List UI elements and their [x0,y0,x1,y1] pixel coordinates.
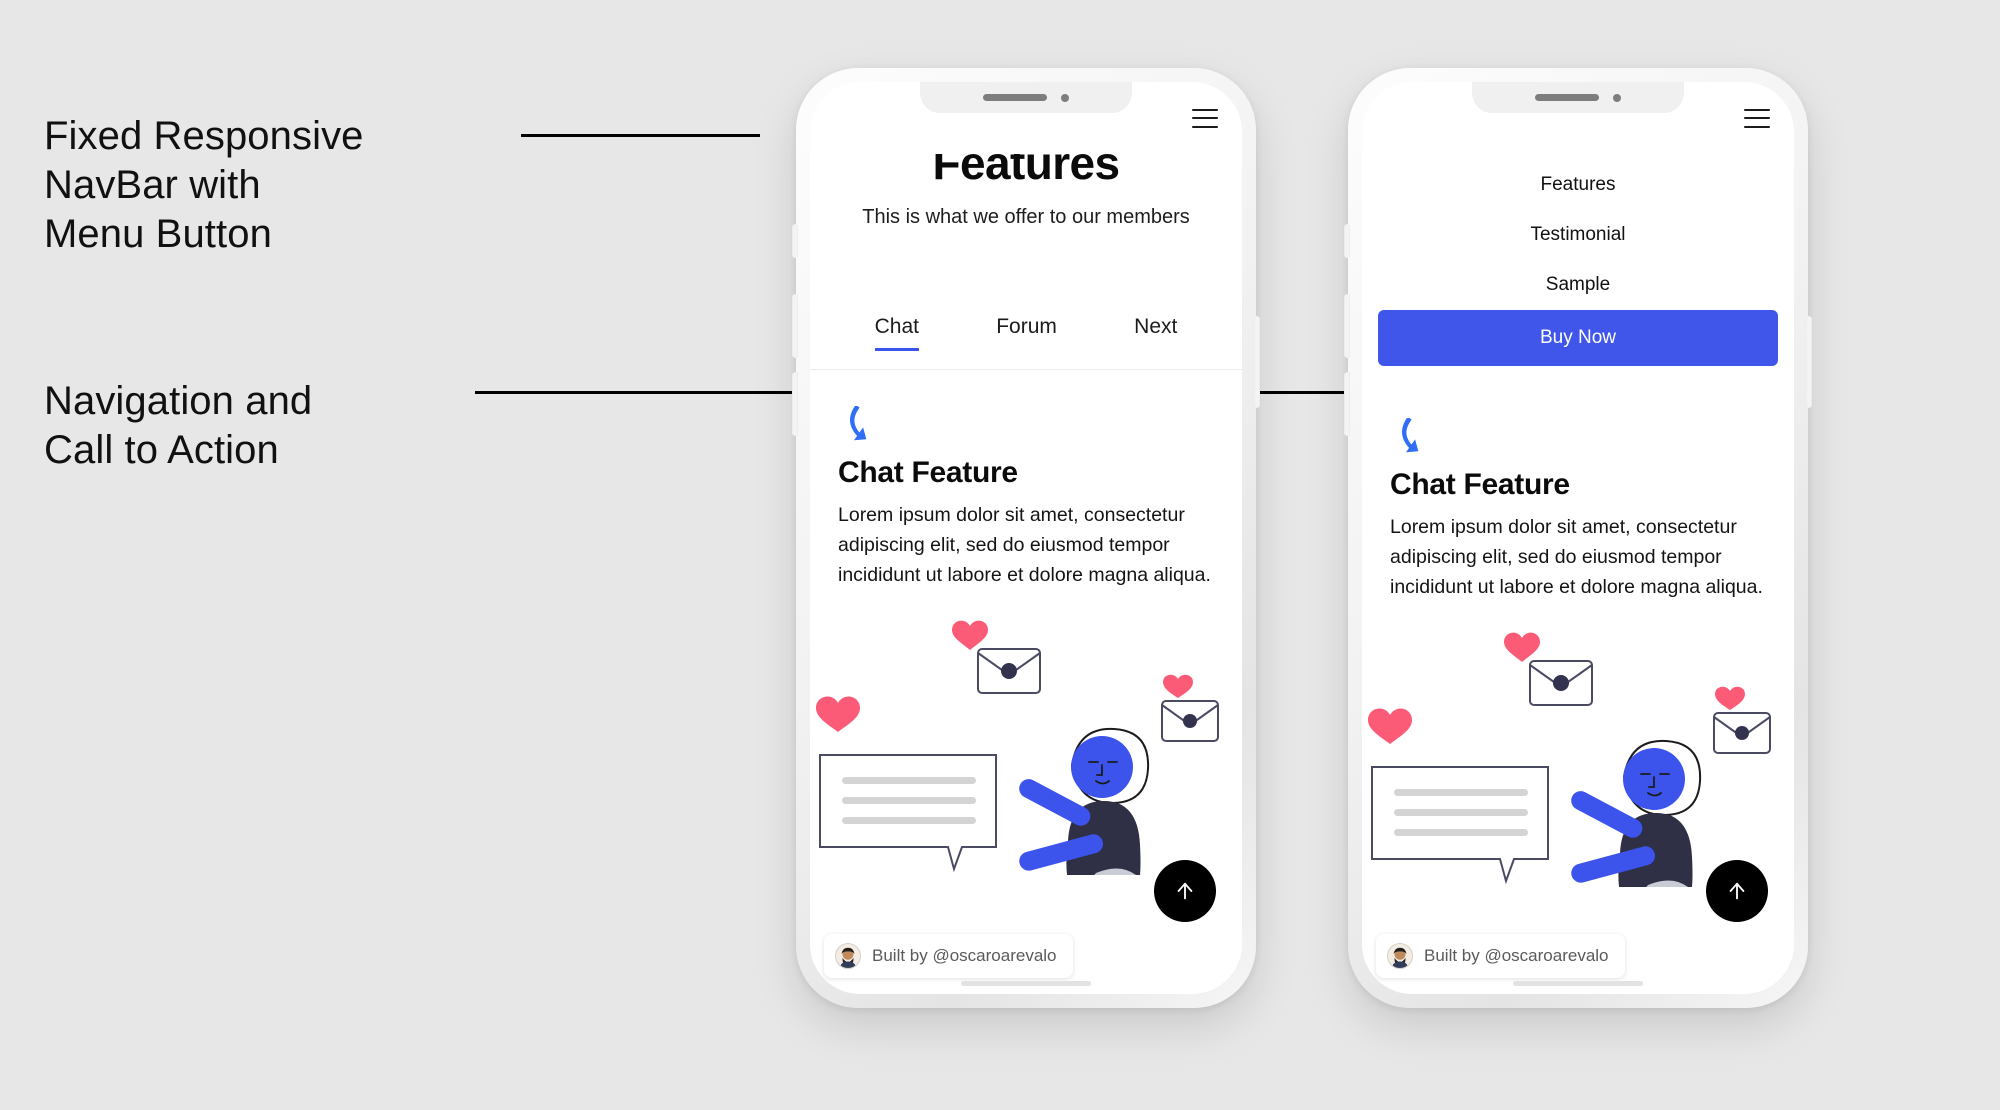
credit-text: Built by @oscaroarevalo [1424,946,1609,965]
feature-title: Chat Feature [838,456,1018,489]
phone-mockup-open-menu: Chat Feature Lorem ipsum dolor sit amet,… [1344,68,1812,1008]
heart-icon-top [1504,632,1540,662]
phone-screen: Chat Feature Lorem ipsum dolor sit amet,… [1362,82,1794,994]
buy-now-button[interactable]: Buy Now [1378,310,1778,366]
person-illustration [1019,727,1150,875]
scroll-to-top-button[interactable] [1706,860,1768,922]
arrow-up-icon [1177,882,1193,900]
envelope-icon-center [1529,659,1593,706]
envelope-icon-center [977,647,1041,694]
person-illustration [1571,739,1702,887]
tab-bar: Chat Forum Next [810,307,1242,351]
canvas: Fixed Responsive NavBar with Menu Button… [0,0,2000,1110]
chat-illustration [810,605,1242,875]
menu-item-testimonial[interactable]: Testimonial [1378,210,1778,260]
phone-notch [1472,82,1684,113]
phone-screen: Features This is what we offer to our me… [810,82,1242,994]
scroll-to-top-button[interactable] [1154,860,1216,922]
heart-icon-right [1163,674,1193,698]
mute-switch[interactable] [1344,224,1350,258]
phone-mockup-closed-menu: Features This is what we offer to our me… [792,68,1260,1008]
speech-bubble [1371,765,1549,884]
earpiece-speaker [983,94,1047,101]
app-content: Features This is what we offer to our me… [810,82,1242,994]
power-button[interactable] [1254,316,1260,408]
tab-forum[interactable]: Forum [996,315,1057,351]
tab-chat[interactable]: Chat [874,315,919,351]
credit-text: Built by @oscaroarevalo [872,946,1057,965]
heart-icon-left [1368,708,1412,744]
heart-icon-left [816,696,860,732]
chat-illustration [1362,617,1794,887]
volume-down-button[interactable] [792,372,798,436]
front-camera-icon [1061,93,1069,102]
envelope-icon-right [1161,699,1219,742]
tab-next[interactable]: Next [1134,315,1177,351]
credit-badge[interactable]: Built by @oscaroarevalo [1376,934,1625,978]
hamburger-icon[interactable] [1744,108,1770,128]
home-indicator [961,981,1091,986]
front-camera-icon [1613,93,1621,102]
page-subtitle: This is what we offer to our members [862,206,1190,228]
menu-item-features[interactable]: Features [1378,160,1778,210]
volume-up-button[interactable] [792,294,798,358]
heart-icon-top [952,620,988,650]
arrow-up-icon [1729,882,1745,900]
phone-call-icon [850,406,867,441]
power-button[interactable] [1806,316,1812,408]
phone-call-icon [1402,418,1419,453]
hamburger-icon[interactable] [1192,108,1218,128]
home-indicator [1513,981,1643,986]
volume-down-button[interactable] [1344,372,1350,436]
feature-section: Chat Feature Lorem ipsum dolor sit amet,… [1362,382,1794,603]
avatar [1387,943,1413,969]
mobile-menu-panel: Features Testimonial Sample Buy Now [1362,154,1794,382]
feature-body: Lorem ipsum dolor sit amet, consectetur … [838,504,1211,587]
leader-line-navbar [521,134,760,137]
speech-bubble [819,753,997,872]
feature-title: Chat Feature [1390,468,1570,501]
mute-switch[interactable] [792,224,798,258]
feature-section: Chat Feature Lorem ipsum dolor sit amet,… [810,370,1242,591]
volume-up-button[interactable] [1344,294,1350,358]
avatar [835,943,861,969]
credit-badge[interactable]: Built by @oscaroarevalo [824,934,1073,978]
menu-item-sample[interactable]: Sample [1378,260,1778,310]
feature-body: Lorem ipsum dolor sit amet, consectetur … [1390,516,1763,599]
heart-icon-right [1715,686,1745,710]
annotation-navigation: Navigation and Call to Action [44,379,313,472]
envelope-icon-right [1713,711,1771,754]
annotation-navbar: Fixed Responsive NavBar with Menu Button [44,114,364,256]
phone-notch [920,82,1132,113]
earpiece-speaker [1535,94,1599,101]
